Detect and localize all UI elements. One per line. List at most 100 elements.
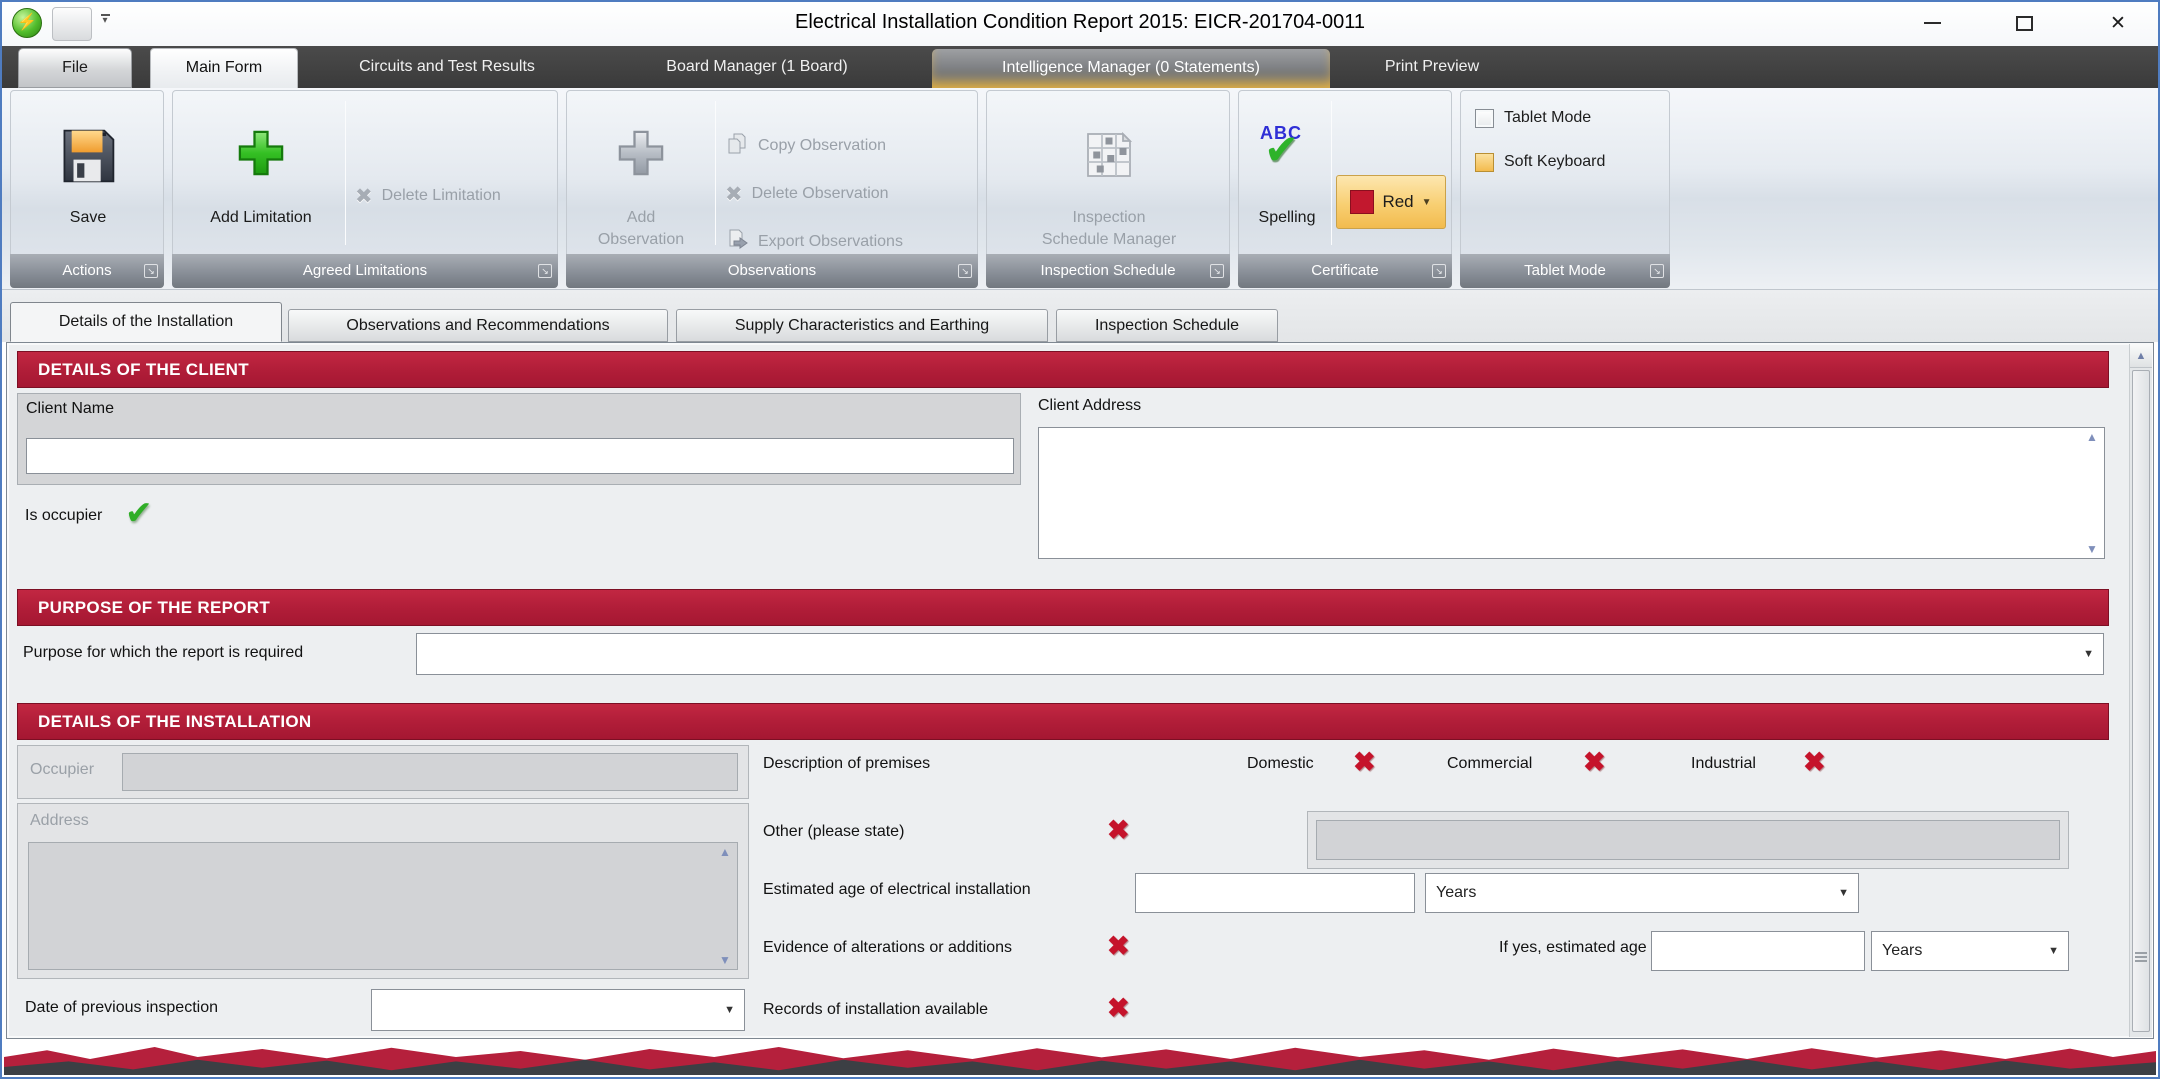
tab-board-manager[interactable]: Board Manager (1 Board) (612, 46, 902, 88)
soft-keyboard-checkbox-row[interactable]: Soft Keyboard (1475, 151, 1605, 173)
title-bar: ⚡ ▾ Electrical Installation Condition Re… (2, 2, 2158, 46)
ribbon-group-tablet-mode: Tablet Mode Soft Keyboard Tablet Mode↘ (1460, 90, 1670, 288)
combo-arrow-icon: ▼ (724, 1004, 735, 1016)
records-cross-icon[interactable]: ✖ (1107, 993, 1130, 1024)
other-panel (1307, 811, 2069, 869)
add-limitation-button[interactable]: Add Limitation (181, 97, 341, 253)
delete-observation-button: ✖ Delete Observation (725, 177, 971, 211)
if-yes-estimated-age-label: If yes, estimated age (1499, 939, 1647, 957)
gray-plus-icon (575, 127, 707, 179)
scroll-up-icon[interactable]: ▲ (2086, 430, 2098, 444)
red-colour-swatch-icon (1350, 190, 1374, 214)
other-input (1316, 820, 2060, 860)
soft-keyboard-checkbox[interactable] (1475, 153, 1494, 172)
dialog-launcher-icon[interactable]: ↘ (538, 264, 552, 278)
inspection-schedule-manager-label-2: Schedule Manager (1042, 231, 1176, 248)
certificate-colour-dropdown[interactable]: Red ▼ (1336, 175, 1446, 229)
delete-limitation-label: Delete Limitation (382, 187, 501, 205)
if-yes-unit-combobox[interactable]: Years ▼ (1871, 931, 2069, 971)
client-name-input[interactable] (26, 438, 1014, 474)
tab-main-form[interactable]: Main Form (150, 48, 298, 88)
if-yes-estimated-age-input[interactable] (1651, 931, 1865, 971)
inspection-schedule-manager-button: Inspection Schedule Manager (1009, 97, 1209, 253)
inspection-schedule-manager-label-1: Inspection (1073, 209, 1146, 226)
estimated-age-unit-combobox[interactable]: Years ▼ (1425, 873, 1859, 913)
purpose-combobox[interactable]: ▼ (416, 633, 2104, 675)
tab-file[interactable]: File (18, 48, 132, 88)
installation-address-textarea: ▲ ▼ (28, 842, 738, 970)
save-label: Save (23, 207, 153, 229)
save-button[interactable]: Save (23, 97, 153, 253)
domestic-cross-icon[interactable]: ✖ (1353, 747, 1376, 778)
ribbon-group-actions: Save Actions↘ (10, 90, 164, 288)
tab-observations-and-recommendations[interactable]: Observations and Recommendations (288, 309, 668, 342)
tablet-mode-checkbox-row[interactable]: Tablet Mode (1475, 107, 1591, 129)
dialog-launcher-icon[interactable]: ↘ (1650, 264, 1664, 278)
client-address-scrollbar[interactable]: ▲ ▼ (2082, 430, 2102, 556)
scroll-up-icon: ▲ (719, 845, 731, 859)
evidence-cross-icon[interactable]: ✖ (1107, 931, 1130, 962)
commercial-label: Commercial (1447, 755, 1532, 773)
close-button[interactable]: ✕ (2096, 8, 2140, 38)
group-caption-tablet-mode: Tablet Mode↘ (1460, 254, 1670, 288)
spelling-button[interactable]: ABC ✔ Spelling (1245, 97, 1329, 253)
dialog-launcher-icon[interactable]: ↘ (1432, 264, 1446, 278)
estimated-age-input[interactable] (1135, 873, 1415, 913)
export-page-arrow-icon (725, 228, 749, 257)
tab-supply-characteristics-and-earthing[interactable]: Supply Characteristics and Earthing (676, 309, 1048, 342)
group-caption-observations: Observations↘ (566, 254, 978, 288)
client-address-label: Client Address (1038, 397, 1141, 415)
domestic-label: Domestic (1247, 755, 1314, 773)
scrollbar-thumb[interactable] (2132, 370, 2150, 1032)
colour-value: Red (1382, 192, 1413, 212)
scroll-down-icon: ▼ (719, 953, 731, 967)
spell-check-icon: ABC ✔ (1258, 127, 1316, 185)
tab-intelligence-manager[interactable]: Intelligence Manager (0 Statements) (932, 49, 1330, 88)
occupier-panel: Occupier (17, 745, 749, 799)
is-occupier-check-icon[interactable]: ✔ (125, 493, 153, 532)
maximize-button[interactable] (2002, 8, 2046, 38)
dialog-launcher-icon[interactable]: ↘ (144, 264, 158, 278)
tab-circuits-and-test-results[interactable]: Circuits and Test Results (302, 46, 592, 88)
section-header-purpose-of-the-report: PURPOSE OF THE REPORT (17, 589, 2109, 626)
installation-address-scrollbar: ▲ ▼ (715, 845, 735, 967)
installation-address-label: Address (30, 812, 89, 830)
is-occupier-label: Is occupier (25, 507, 102, 525)
client-address-textarea[interactable]: ▲ ▼ (1038, 427, 2105, 559)
installation-address-panel: Address ▲ ▼ (17, 803, 749, 979)
export-observations-label: Export Observations (758, 233, 903, 251)
copy-observation-label: Copy Observation (758, 137, 886, 155)
combo-arrow-icon: ▼ (1838, 887, 1849, 899)
main-scrollbar[interactable]: ▲ (2129, 344, 2152, 1037)
add-limitation-label: Add Limitation (181, 207, 341, 229)
close-icon: ✕ (2110, 12, 2126, 35)
combo-arrow-icon: ▼ (2048, 945, 2059, 957)
delete-x-icon: ✖ (355, 184, 373, 209)
form-content: DETAILS OF THE CLIENT Client Name Is occ… (6, 342, 2154, 1039)
minimize-button[interactable] (1910, 8, 1954, 38)
delete-limitation-button: ✖ Delete Limitation (355, 179, 551, 213)
tab-details-of-the-installation[interactable]: Details of the Installation (10, 302, 282, 342)
dialog-launcher-icon[interactable]: ↘ (1210, 264, 1224, 278)
scroll-down-icon[interactable]: ▼ (2086, 542, 2098, 556)
section-header-details-of-the-installation: DETAILS OF THE INSTALLATION (17, 703, 2109, 740)
group-caption-agreed-limitations: Agreed Limitations↘ (172, 254, 558, 288)
tab-print-preview[interactable]: Print Preview (1332, 46, 1532, 88)
scroll-up-icon[interactable]: ▲ (2130, 344, 2152, 368)
spelling-label: Spelling (1245, 207, 1329, 229)
app-window: ⚡ ▾ Electrical Installation Condition Re… (0, 0, 2160, 1079)
schedule-grid-icon (1009, 127, 1209, 183)
ribbon-group-observations: AddObservation Copy Observation ✖ Delete… (566, 90, 978, 288)
tablet-mode-checkbox[interactable] (1475, 109, 1494, 128)
soft-keyboard-label: Soft Keyboard (1504, 153, 1605, 171)
tab-inspection-schedule[interactable]: Inspection Schedule (1056, 309, 1278, 342)
dialog-launcher-icon[interactable]: ↘ (958, 264, 972, 278)
records-available-label: Records of installation available (763, 1001, 988, 1019)
date-previous-inspection-combobox[interactable]: ▼ (371, 989, 745, 1031)
chevron-down-icon: ▼ (1422, 197, 1432, 208)
other-cross-icon[interactable]: ✖ (1107, 815, 1130, 846)
industrial-cross-icon[interactable]: ✖ (1803, 747, 1826, 778)
commercial-cross-icon[interactable]: ✖ (1583, 747, 1606, 778)
floppy-disk-icon (23, 127, 153, 185)
separator (345, 101, 346, 245)
